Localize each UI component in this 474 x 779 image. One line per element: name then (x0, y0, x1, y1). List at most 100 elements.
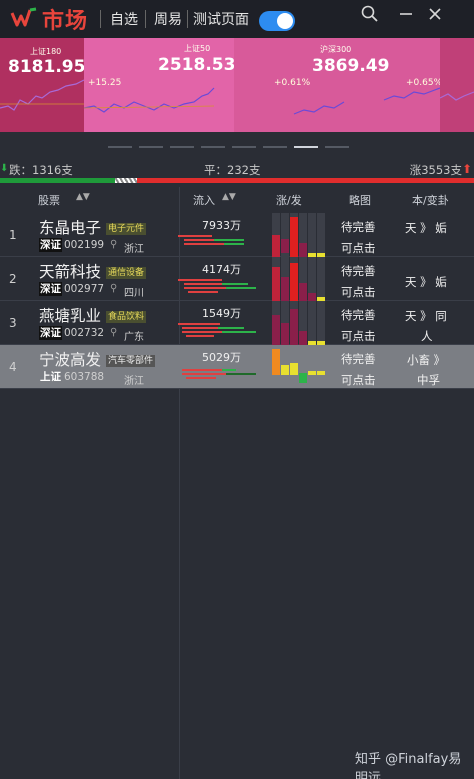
breadth-flat-segment (115, 178, 137, 183)
nav-test-page[interactable]: 测试页面 (193, 9, 249, 29)
col-header-sketch[interactable]: 略图 (349, 192, 371, 208)
pager-dot[interactable] (108, 146, 132, 148)
close-icon[interactable] (425, 4, 445, 24)
minimize-icon[interactable] (396, 4, 416, 24)
logo-icon (10, 7, 37, 27)
change-heatmap (272, 213, 326, 257)
pager-dot[interactable] (325, 146, 349, 148)
row-rank: 1 (9, 228, 17, 242)
stock-name[interactable]: 宁波高发 (39, 348, 101, 370)
market-badge: 深证 (39, 326, 62, 340)
index-sparkline (440, 91, 474, 101)
watermark: 知乎 @Finalfay易明远 (355, 752, 462, 779)
nav-watchlist[interactable]: 自选 (110, 9, 138, 29)
flat-count: 平：232支 (204, 163, 261, 177)
market-badge: 上证 (40, 371, 61, 383)
index-name: 上证180 (30, 47, 62, 56)
col-header-change[interactable]: 涨/发 (276, 192, 302, 208)
table-row-selected[interactable]: 4 宁波高发 汽车零部件 上证 603788 浙江 5029万 待完善 可点击 … (0, 345, 474, 389)
up-count: 涨3553支 (409, 163, 462, 177)
mode-toggle[interactable] (259, 11, 295, 31)
status-clickable[interactable]: 可点击 (341, 328, 376, 344)
stock-name[interactable]: 天箭科技 (39, 260, 101, 282)
stock-region: 浙江 (124, 244, 144, 255)
market-breadth-labels: ⬇ 跌：1316支 平：232支 涨3553支 ⬆ (0, 162, 474, 178)
pager-dot[interactable] (201, 146, 225, 148)
change-heatmap (272, 345, 326, 389)
col-header-stock[interactable]: 股票 (38, 192, 60, 208)
status-clickable[interactable]: 可点击 (341, 372, 376, 388)
inflow-bars (178, 321, 260, 343)
col-header-hexagram[interactable]: 本/变卦 (412, 192, 449, 208)
pager-dot[interactable] (232, 146, 256, 148)
pager-dot[interactable] (170, 146, 194, 148)
index-carousel[interactable]: 上证180 8181.95 +15.25 上证50 2518.53 +0.61%… (0, 38, 474, 132)
nav-divider (187, 10, 188, 28)
index-card[interactable]: +0.61% 沪深300 3869.49 +0.65% (234, 38, 440, 132)
hexagram-change: 天 》 同 (405, 309, 447, 323)
inflow-bars (178, 233, 260, 255)
hexagram-change: 小畜 》 (407, 353, 446, 367)
arrow-down-icon: ⬇ (0, 163, 9, 174)
hexagram-change: 天 》 姤 (405, 275, 447, 289)
search-icon[interactable] (360, 4, 380, 24)
status-pending: 待完善 (341, 308, 376, 322)
nav-divider (100, 10, 101, 28)
status-clickable[interactable]: 可点击 (341, 240, 376, 256)
inflow-value: 7933万 (202, 219, 241, 232)
down-count: 跌：1316支 (9, 163, 73, 177)
market-badge: 深证 (39, 282, 62, 296)
col-header-inflow[interactable]: 流入 (193, 192, 215, 208)
index-card[interactable]: +15.25 上证50 2518.53 (84, 38, 234, 132)
index-change: +0.65% (406, 78, 440, 88)
carousel-pager (108, 146, 349, 148)
index-change: +15.25 (88, 78, 122, 88)
index-name: 上证50 (184, 44, 211, 53)
row-rank: 2 (9, 272, 17, 286)
index-change: +0.61% (274, 78, 311, 88)
table-row[interactable]: 3 燕塘乳业 食品饮料 深证 002732 ⚲ 广东 1549万 待完善 可点击… (0, 301, 474, 345)
inflow-value: 1549万 (202, 307, 241, 320)
breadth-up-segment (137, 178, 474, 183)
location-pin-icon: ⚲ (110, 283, 118, 294)
status-pending: 待完善 (341, 220, 376, 234)
sector-tag: 电子元件 (106, 223, 147, 235)
status-pending: 待完善 (341, 264, 376, 278)
location-pin-icon: ⚲ (110, 327, 118, 338)
stock-code: 002977 (64, 283, 105, 295)
top-bar: 市场 自选 周易 测试页面 (0, 0, 474, 38)
table-row[interactable]: 2 天箭科技 通信设备 深证 002977 ⚲ 四川 4174万 待完善 可点击… (0, 257, 474, 301)
sort-icon[interactable]: ▲▼ (76, 192, 90, 202)
sector-tag: 汽车零部件 (106, 355, 156, 367)
index-value: 2518.53 (158, 55, 234, 75)
stock-name[interactable]: 东晶电子 (39, 216, 101, 238)
location-pin-icon: ⚲ (110, 239, 118, 250)
pager-dot[interactable] (139, 146, 163, 148)
pager-dot-active[interactable] (294, 146, 318, 148)
breadth-down-segment (0, 178, 115, 183)
index-card[interactable]: 上证180 8181.95 (0, 38, 84, 132)
stock-code: 002199 (64, 239, 105, 251)
stock-name[interactable]: 燕塘乳业 (39, 304, 101, 326)
inflow-bars (178, 365, 260, 387)
market-badge: 深证 (39, 238, 62, 252)
arrow-up-icon: ⬆ (461, 162, 472, 176)
row-rank: 3 (9, 316, 17, 330)
index-card[interactable] (440, 38, 474, 132)
row-rank: 4 (9, 360, 17, 374)
stock-code: 603788 (64, 371, 105, 383)
table-row[interactable]: 1 东晶电子 电子元件 深证 002199 ⚲ 浙江 7933万 待完善 可点击… (0, 213, 474, 257)
sort-icon[interactable]: ▲▼ (222, 192, 236, 202)
stock-code: 002732 (64, 327, 105, 339)
hexagram-change: 天 》 姤 (405, 221, 447, 235)
nav-divider (145, 10, 146, 28)
index-value: 3869.49 (312, 56, 390, 76)
stock-region: 广东 (124, 332, 144, 343)
nav-zhouyi[interactable]: 周易 (154, 9, 182, 29)
sector-tag: 通信设备 (106, 267, 147, 279)
market-breadth-bar (0, 178, 474, 183)
change-heatmap (272, 301, 326, 345)
pager-dot[interactable] (263, 146, 287, 148)
status-clickable[interactable]: 可点击 (341, 284, 376, 300)
status-pending: 待完善 (341, 352, 376, 366)
